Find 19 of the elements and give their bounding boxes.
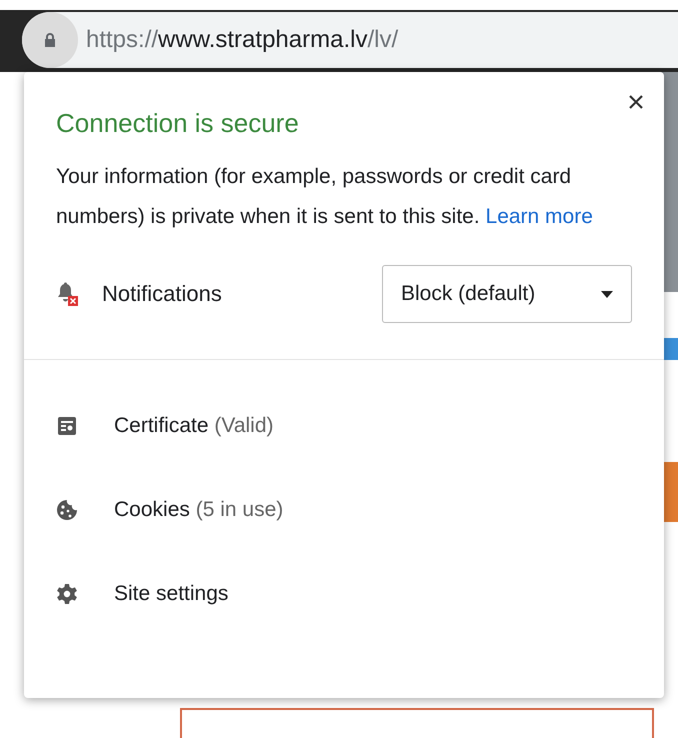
site-info-label: Site settings (114, 582, 228, 606)
bell-blocked-icon (56, 282, 78, 306)
site-info-item[interactable]: Cookies (5 in use) (56, 468, 664, 552)
site-info-label: Cookies (5 in use) (114, 498, 284, 522)
site-info-item[interactable]: Site settings (56, 552, 664, 636)
notifications-label: Notifications (102, 281, 223, 307)
site-info-item[interactable]: Certificate (Valid) (56, 384, 664, 468)
close-icon[interactable] (628, 94, 644, 110)
cookie-icon (56, 499, 78, 521)
connection-title: Connection is secure (56, 108, 300, 139)
notifications-dropdown[interactable]: Block (default) (382, 265, 632, 323)
settings-icon (56, 583, 78, 605)
address-bar[interactable]: https://www.stratpharma.lv/lv/ (22, 12, 678, 68)
certificate-icon (56, 416, 78, 436)
url-text: https://www.stratpharma.lv/lv/ (86, 26, 398, 54)
learn-more-link[interactable]: Learn more (486, 205, 593, 228)
caret-icon (601, 290, 613, 298)
site-info-label: Certificate (Valid) (114, 414, 274, 438)
security-description: Your information (for example, passwords or credit card numbers) is private when it is sent to this site. Learn more (56, 164, 594, 230)
